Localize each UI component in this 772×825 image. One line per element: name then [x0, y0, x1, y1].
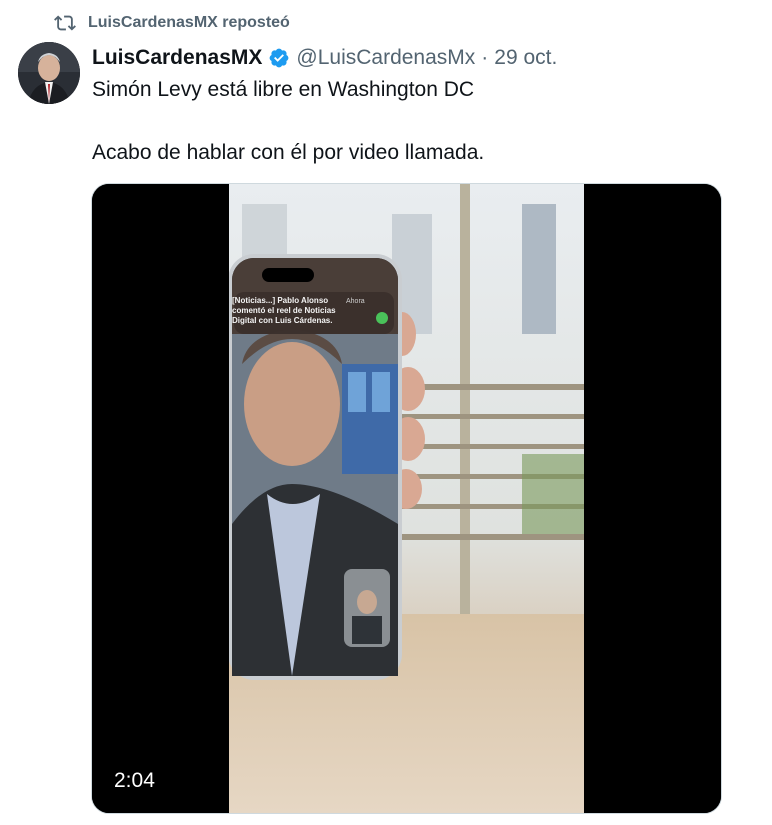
video-duration: 2:04 [114, 769, 155, 792]
display-name[interactable]: LuisCardenasMX [92, 46, 262, 70]
notification-time: Ahora [346, 298, 365, 305]
video-player[interactable]: [Noticias...] Pablo Alonso comentó el re… [91, 183, 722, 814]
tweet-header: LuisCardenasMX @LuisCardenasMx · 29 oct. [92, 43, 557, 73]
header-separator: · [481, 46, 489, 69]
repost-indicator[interactable]: LuisCardenasMX reposteó [54, 10, 290, 36]
tweet-date[interactable]: 29 oct. [494, 46, 557, 70]
repost-label: LuisCardenasMX reposteó [88, 14, 290, 31]
verified-badge-icon[interactable] [268, 47, 290, 69]
tweet-text-line-1: Simón Levy está libre en Washington DC [92, 78, 475, 101]
tweet-text-line-2: Acabo de hablar con él por video llamada… [92, 141, 485, 164]
repost-icon [54, 15, 76, 31]
video-frame [92, 184, 721, 813]
handle[interactable]: @LuisCardenasMx [296, 46, 475, 70]
notification-text: [Noticias...] Pablo Alonso comentó el re… [232, 296, 336, 325]
avatar[interactable] [18, 42, 80, 104]
avatar-image [18, 42, 80, 104]
